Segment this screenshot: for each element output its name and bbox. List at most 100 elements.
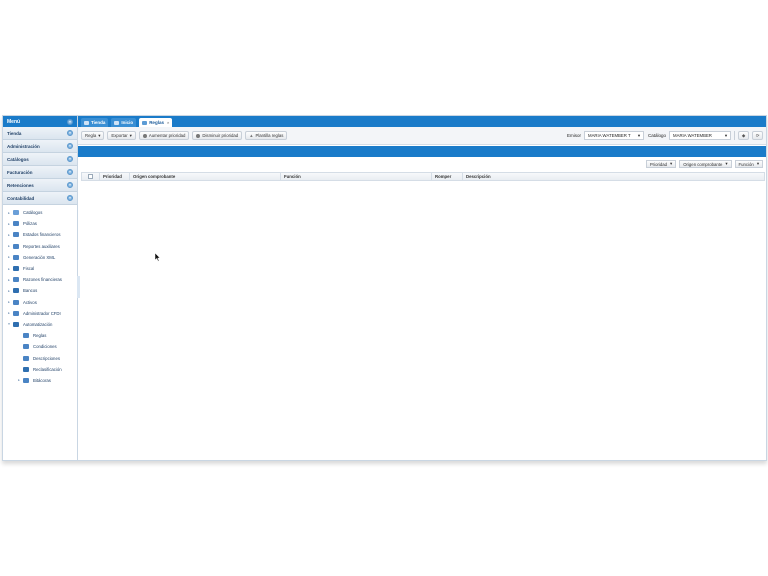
tree-item[interactable]: ▸ Razones financieras	[3, 274, 77, 285]
tree-item[interactable]: ▸ Fiscal	[3, 263, 77, 274]
tree-expander-icon[interactable]: ▸	[6, 244, 12, 248]
regla-label: Regla	[85, 133, 97, 138]
tree-item-label: Razones financieras	[23, 277, 62, 283]
tree-item-label: Catálogos	[23, 210, 43, 216]
sidebar-section-0[interactable]: Tienda »	[3, 127, 77, 140]
catalogo-value: MARIA WATEMBER	[673, 133, 712, 138]
tree-expander-icon[interactable]: ▸	[6, 267, 12, 271]
sidebar-section-1[interactable]: Administración »	[3, 140, 77, 153]
emisor-label: Emisor	[566, 133, 581, 138]
tab-icon	[84, 120, 89, 125]
chevron-down-icon: ▾	[724, 132, 727, 138]
exportar-menu-button[interactable]: Exportar ▾	[107, 131, 136, 140]
reclassify-icon	[23, 366, 29, 372]
expand-section-icon: »	[67, 130, 73, 136]
group-by-label: Prioridad	[649, 161, 668, 167]
group-by-button[interactable]: Origen comprobante ▾	[679, 160, 732, 168]
tree-item[interactable]: Descripciones	[3, 352, 77, 363]
close-tab-icon[interactable]: ×	[167, 120, 169, 125]
eraser-button[interactable]: ◆	[738, 131, 749, 140]
sidebar-section-4[interactable]: Retenciones »	[3, 179, 77, 192]
aumentar-prioridad-button[interactable]: Aumentar prioridad	[138, 131, 190, 140]
collapse-menu-icon[interactable]: «	[67, 118, 73, 125]
tree-expander-icon[interactable]: ▸	[16, 378, 22, 382]
tree-item-label: Bitácoras	[33, 377, 51, 383]
tree-expander-icon[interactable]: ▸	[6, 255, 12, 259]
column-header-funcion[interactable]: Función	[281, 173, 432, 180]
tree-item[interactable]: ▾ Automatización	[3, 319, 77, 330]
cfdi-icon	[13, 310, 19, 316]
tree-item[interactable]: ▸ Activos	[3, 297, 77, 308]
tree-expander-icon[interactable]: ▸	[6, 211, 12, 215]
regla-menu-button[interactable]: Regla ▾	[81, 131, 105, 140]
tree-expander-icon[interactable]: ▸	[6, 278, 12, 282]
tree-expander-icon[interactable]: ▾	[6, 322, 12, 326]
catalogo-select[interactable]: MARIA WATEMBER ▾	[669, 131, 731, 140]
tree-item[interactable]: ▸ Bancos	[3, 285, 77, 296]
chevron-down-icon: ▾	[756, 161, 759, 166]
plantilla-reglas-button[interactable]: ▲ Plantilla reglas	[245, 131, 288, 140]
tab-label: Tienda	[91, 120, 106, 125]
emisor-select[interactable]: MARIA WATEMBER T ▾	[583, 131, 644, 140]
sidebar-resize-handle[interactable]	[77, 276, 80, 298]
disminuir-prioridad-button[interactable]: Disminuir prioridad	[192, 131, 243, 140]
plantilla-label: Plantilla reglas	[255, 133, 284, 138]
tree-item[interactable]: Reclasificación	[3, 364, 77, 375]
column-header-prioridad[interactable]: Prioridad	[100, 173, 130, 180]
tree-expander-icon[interactable]: ▸	[6, 289, 12, 293]
emisor-value: MARIA WATEMBER T	[587, 133, 631, 138]
sidebar-section-5[interactable]: Contabilidad »	[3, 192, 77, 205]
tree-item[interactable]: ▸ Administrador CFDI	[3, 308, 77, 319]
sidebar-section-3[interactable]: Facturación »	[3, 166, 77, 179]
column-label: Origen comprobante	[133, 174, 176, 179]
group-by-label: Función	[738, 161, 754, 167]
tree-item-label: Bancos	[23, 288, 38, 294]
menu-header: Menú «	[3, 116, 77, 127]
group-by-button[interactable]: Prioridad ▾	[645, 160, 677, 168]
group-by-bar: Prioridad ▾ Origen comprobante ▾ Función ▾	[78, 158, 766, 170]
tree-item[interactable]: ▸ Generación XML	[3, 252, 77, 263]
select-all-checkbox[interactable]	[88, 174, 93, 179]
expand-section-icon: »	[67, 169, 73, 175]
tree-expander-icon[interactable]: ▸	[6, 222, 12, 226]
conditions-icon	[23, 344, 29, 350]
document-icon	[13, 221, 19, 227]
tab-0[interactable]: Tienda	[81, 118, 109, 127]
tab-2[interactable]: Reglas ×	[139, 118, 173, 127]
refresh-button[interactable]: ⟳	[752, 131, 763, 140]
tree-expander-icon[interactable]: ▸	[6, 233, 12, 237]
tree-expander-icon[interactable]: ▸	[6, 300, 12, 304]
tree-item[interactable]: Condiciones	[3, 341, 77, 352]
grid-header: Prioridad Origen comprobante Función Rom…	[81, 172, 765, 181]
sidebar-section-2[interactable]: Catálogos »	[3, 153, 77, 166]
column-header-romper[interactable]: Romper	[432, 173, 463, 180]
tab-1[interactable]: Inicio	[111, 118, 137, 127]
sidebar-section-label: Contabilidad	[7, 195, 35, 201]
tree-item-label: Descripciones	[33, 355, 60, 361]
tree-item[interactable]: ▸ Estados financieros	[3, 229, 77, 240]
chevron-down-icon: ▾	[725, 161, 728, 166]
aumentar-label: Aumentar prioridad	[148, 133, 186, 138]
column-header-origen[interactable]: Origen comprobante	[130, 173, 281, 180]
toolbar-separator	[734, 131, 735, 140]
tree-expander-icon[interactable]: ▸	[6, 311, 12, 315]
chart-icon	[13, 277, 19, 283]
disminuir-label: Disminuir prioridad	[202, 133, 239, 138]
tab-icon	[114, 120, 120, 125]
tree-item[interactable]: ▸ Reportes auxiliares	[3, 241, 77, 252]
column-label: Romper	[435, 174, 452, 179]
group-by-button[interactable]: Función ▾	[734, 160, 763, 168]
tree-item[interactable]: Reglas	[3, 330, 77, 341]
expand-section-icon: »	[67, 143, 73, 149]
tree-item[interactable]: ▸ Bitácoras	[3, 375, 77, 386]
tree-item[interactable]: ▸ Pólizas	[3, 218, 77, 229]
report-icon	[13, 232, 19, 238]
column-header-descripcion[interactable]: Descripción	[463, 173, 764, 180]
gavel-icon	[13, 266, 19, 272]
tree-item-label: Generación XML	[23, 254, 56, 260]
toolbar: Regla ▾ Exportar ▾ Aumentar prioridad Di…	[78, 127, 766, 145]
tree-item[interactable]: ▸ Catálogos	[3, 207, 77, 218]
increase-priority-icon	[142, 133, 147, 138]
tree-item-label: Estados financieros	[23, 232, 61, 238]
sidebar-section-label: Facturación	[7, 169, 33, 175]
